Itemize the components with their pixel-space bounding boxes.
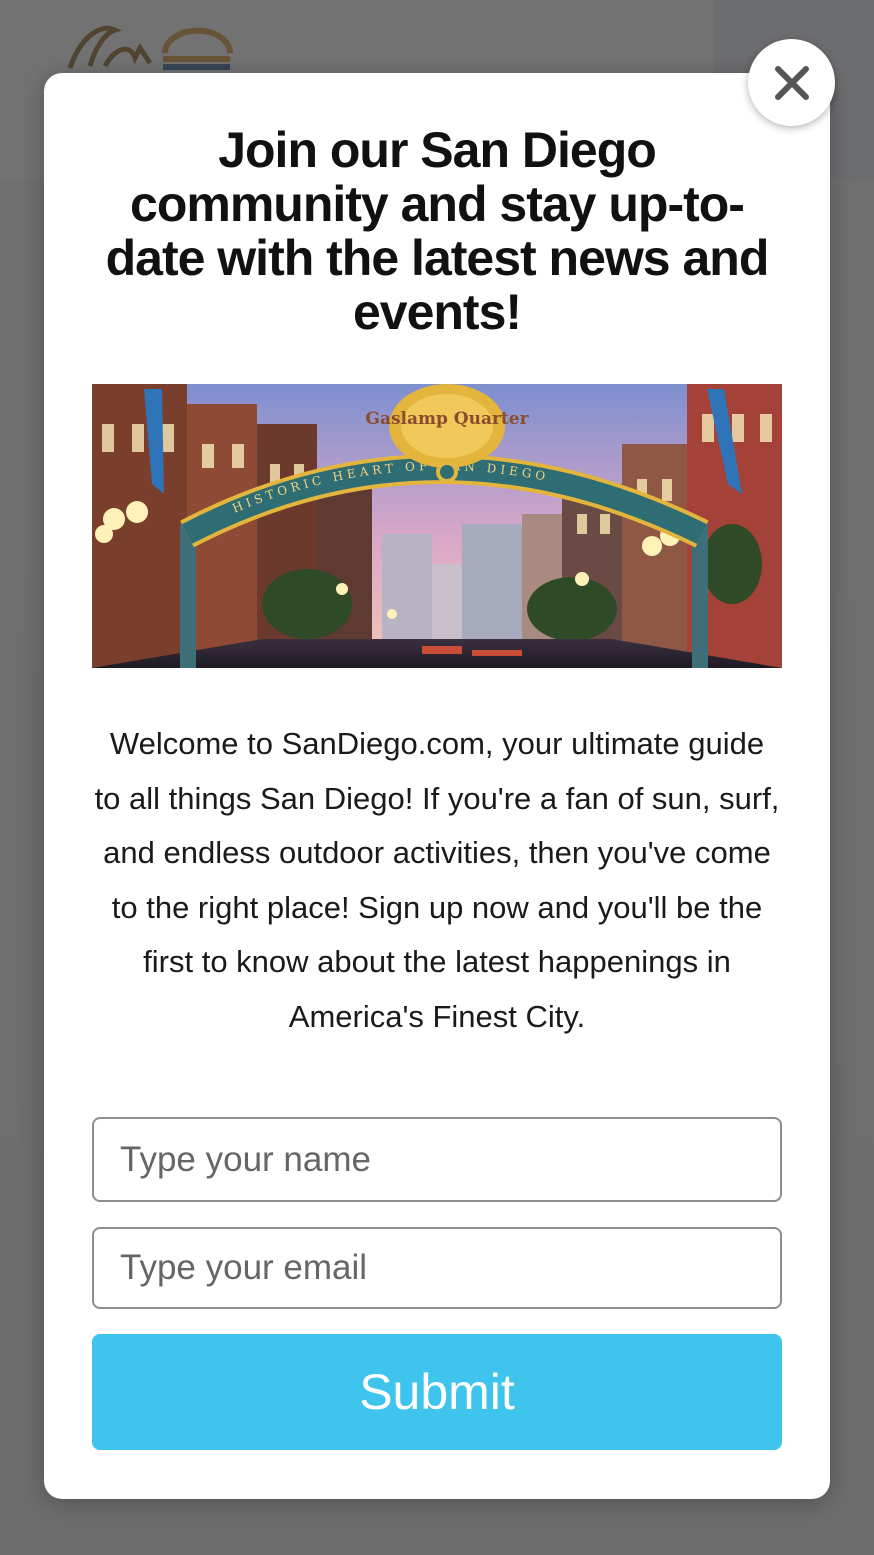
close-icon (774, 65, 809, 100)
name-input[interactable] (92, 1117, 782, 1202)
modal-title: Join our San Diego community and stay up… (105, 122, 770, 340)
gaslamp-quarter-sign-image: HISTORIC HEART OF SAN DIEGO Gaslamp Quar… (92, 384, 782, 668)
signup-modal: Join our San Diego community and stay up… (44, 73, 830, 1499)
submit-button[interactable]: Submit (92, 1334, 782, 1450)
sign-top-text: Gaslamp Quarter (365, 409, 529, 429)
close-button[interactable] (748, 39, 835, 126)
hero-image: HISTORIC HEART OF SAN DIEGO Gaslamp Quar… (92, 384, 782, 668)
email-input[interactable] (92, 1227, 782, 1309)
modal-description: Welcome to SanDiego.com, your ultimate g… (94, 726, 780, 1034)
